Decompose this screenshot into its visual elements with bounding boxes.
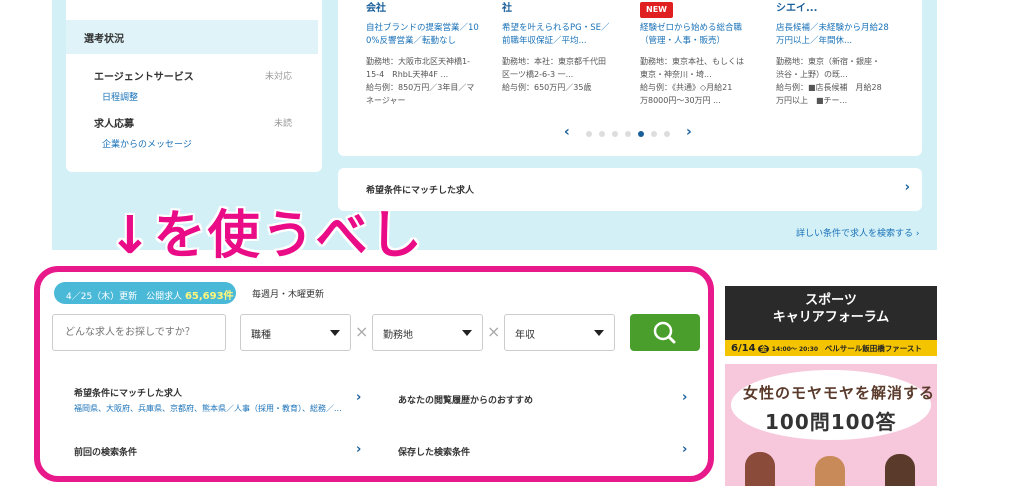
banner-venue: ベルサール飯田橋ファースト xyxy=(824,344,922,353)
banner-info-strip: 6/14 金 14:00〜 20:30 ベルサール飯田橋ファースト xyxy=(725,340,937,356)
job-meta: 勤務地：大阪市北区天神橋1- 15-4 RhbL天神4F ... 給与例：850… xyxy=(366,57,475,105)
highlight-box xyxy=(34,266,714,482)
job-company: 会社 xyxy=(366,3,386,14)
job-meta: 勤務地：東京（新宿・銀座・ 渋谷・上野）の既... 給与例：■店長候補 月給28… xyxy=(776,57,882,105)
job-title[interactable]: 希望を叶えられるPG・SE／ 前職年収保証／平均... xyxy=(502,22,609,48)
detailed-search-link[interactable]: 詳しい条件で求人を検索する › xyxy=(796,226,919,239)
illustration-person xyxy=(815,456,845,486)
illustration-person xyxy=(885,454,915,486)
banner-title: スポーツ キャリアフォーラム xyxy=(725,292,937,326)
carousel-dot[interactable] xyxy=(664,131,670,137)
job-meta: 勤務地：東京本社、もしくは 東京・神奈川・埼... 給与例：《共通》◇月給21 … xyxy=(640,57,744,105)
banner-line1: スポーツ xyxy=(805,293,857,308)
selection-status-panel: 選考状況 エージェントサービス 未対応 日程調整 求人応募 未読 企業からのメッ… xyxy=(66,0,322,172)
banner-time: 14:00〜 20:30 xyxy=(771,346,819,353)
carousel-dot[interactable] xyxy=(586,131,592,137)
job-company: 社 xyxy=(502,3,512,14)
sports-career-forum-banner[interactable]: スポーツ キャリアフォーラム 6/14 金 14:00〜 20:30 ベルサール… xyxy=(725,286,937,356)
women-career-banner[interactable]: 女性のモヤモヤを解消する 100問100答 xyxy=(725,364,937,486)
annotation-text: ↓を使うべし xyxy=(107,205,424,268)
job-title[interactable]: 店長候補／未経験から月給28 万円以上／年間休... xyxy=(776,22,889,48)
agent-service-status: 未対応 xyxy=(264,72,292,82)
job-company: シエイ... xyxy=(776,3,818,14)
schedule-adjust-link[interactable]: 日程調整 xyxy=(102,90,138,103)
illustration-person xyxy=(745,452,775,486)
banner-day: 金 xyxy=(758,345,770,353)
banner-line2: 100問100答 xyxy=(765,410,897,434)
selection-status-heading: 選考状況 xyxy=(66,20,318,54)
banner-date: 6/14 xyxy=(731,343,756,354)
carousel-dot[interactable] xyxy=(625,131,631,137)
job-application-title: 求人応募 xyxy=(94,119,134,130)
carousel-dot[interactable] xyxy=(612,131,618,137)
job-title[interactable]: 経験ゼロから始める総合職 （管理・人事・販売） xyxy=(640,22,742,48)
company-messages-link[interactable]: 企業からのメッセージ xyxy=(102,137,192,150)
carousel-dot[interactable] xyxy=(599,131,605,137)
carousel-prev-icon[interactable]: ‹ xyxy=(564,124,570,140)
matched-jobs-bar[interactable]: 希望条件にマッチした求人 › xyxy=(338,168,922,211)
new-badge: NEW xyxy=(640,2,673,18)
job-carousel-panel: 会社 自社ブランドの提案営業／10 0%反響営業／転勤なし 勤務地：大阪市北区天… xyxy=(338,0,922,156)
banner-line1: 女性のモヤモヤを解消する xyxy=(743,384,936,402)
job-title[interactable]: 自社ブランドの提案営業／10 0%反響営業／転勤なし xyxy=(366,22,479,48)
job-application-status: 未読 xyxy=(273,119,292,129)
carousel-pager: ‹ › xyxy=(560,124,700,142)
carousel-dot-active[interactable] xyxy=(638,131,644,137)
carousel-next-icon[interactable]: › xyxy=(686,124,692,140)
job-meta: 勤務地：本社：東京都千代田 区一ツ橋2-6-3 一... 給与例：650万円／3… xyxy=(502,57,606,92)
agent-service-title: エージェントサービス xyxy=(94,72,194,83)
matched-jobs-label: 希望条件にマッチした求人 xyxy=(366,186,475,196)
chevron-right-icon: › xyxy=(904,180,910,195)
banner-line2: キャリアフォーラム xyxy=(772,310,890,325)
carousel-dot[interactable] xyxy=(651,131,657,137)
